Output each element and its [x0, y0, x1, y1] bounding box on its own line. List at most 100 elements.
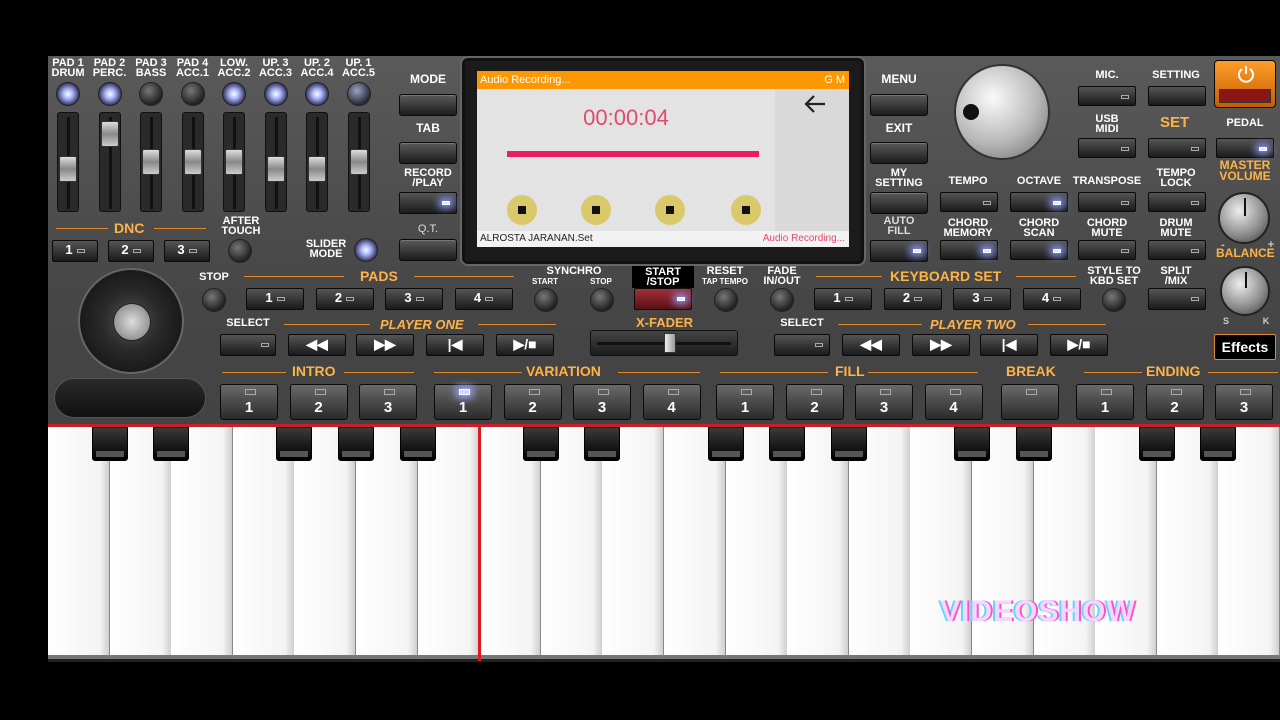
mixer-channel-mute-knob[interactable] — [305, 82, 329, 106]
style-to-kbd-knob[interactable] — [1102, 288, 1126, 312]
tab-button[interactable] — [399, 142, 457, 164]
player-two-play-pause-button[interactable]: ▶/■ — [1050, 334, 1108, 356]
white-key[interactable] — [849, 427, 911, 659]
black-key[interactable] — [954, 427, 990, 461]
data-dial[interactable] — [954, 64, 1050, 160]
my-setting-button[interactable] — [870, 192, 928, 214]
variation-pad-4[interactable]: 4 — [642, 384, 701, 420]
intro-pad-2[interactable]: 2 — [289, 384, 348, 420]
power-button[interactable] — [1214, 60, 1276, 108]
white-key[interactable] — [787, 427, 849, 659]
break-pad[interactable] — [1001, 384, 1059, 420]
black-key[interactable] — [1016, 427, 1052, 461]
fader-cap[interactable] — [308, 156, 326, 182]
white-key[interactable] — [356, 427, 418, 659]
slider-mode-knob[interactable] — [354, 238, 378, 262]
reset-knob[interactable] — [714, 288, 738, 312]
master-volume-knob[interactable] — [1218, 192, 1270, 244]
fader-cap[interactable] — [266, 156, 285, 182]
fader-cap[interactable] — [100, 121, 119, 147]
rec-dot-1[interactable] — [507, 195, 537, 225]
pad-button-4[interactable]: 4 — [454, 288, 513, 310]
setting-button[interactable] — [1148, 86, 1206, 106]
rec-dot-4[interactable] — [731, 195, 761, 225]
white-key[interactable] — [479, 427, 541, 659]
black-key[interactable] — [1139, 427, 1175, 461]
jog-wheel[interactable] — [78, 268, 184, 374]
white-key[interactable] — [1157, 427, 1219, 659]
ending-pad-3[interactable]: 3 — [1215, 384, 1273, 420]
fill-pad-2[interactable]: 2 — [785, 384, 844, 420]
fade-knob[interactable] — [770, 288, 794, 312]
black-key[interactable] — [1200, 427, 1236, 461]
mixer-channel-fader[interactable] — [306, 112, 328, 212]
fader-cap[interactable] — [142, 149, 160, 175]
pad-button-1[interactable]: 1 — [246, 288, 304, 310]
dnc-button-3[interactable]: 3 — [164, 240, 210, 262]
chord-memory-button[interactable] — [940, 240, 998, 260]
mixer-channel-fader[interactable] — [98, 112, 121, 212]
x-fader-handle[interactable] — [664, 333, 676, 353]
white-key[interactable] — [664, 427, 726, 659]
white-key[interactable] — [726, 427, 788, 659]
mixer-channel-fader[interactable] — [57, 112, 79, 212]
mixer-channel-mute-knob[interactable] — [139, 82, 163, 106]
player-one-play-pause-button[interactable]: ▶/■ — [496, 334, 554, 356]
keyboard-set-button-4[interactable]: 4 — [1022, 288, 1081, 310]
player-two-previous-button[interactable]: |◀ — [980, 334, 1038, 356]
black-key[interactable] — [523, 427, 559, 461]
ending-pad-1[interactable]: 1 — [1076, 384, 1134, 420]
mixer-channel-fader[interactable] — [140, 112, 162, 212]
black-key[interactable] — [92, 427, 128, 461]
dnc-button-2[interactable]: 2 — [108, 240, 154, 262]
synchro-stop-knob[interactable] — [590, 288, 614, 312]
intro-pad-1[interactable]: 1 — [220, 384, 278, 420]
x-fader[interactable] — [590, 330, 738, 356]
player-one-forward-button[interactable]: ▶▶ — [356, 334, 414, 356]
start-stop-button[interactable] — [634, 288, 692, 310]
mixer-channel-fader[interactable] — [264, 112, 287, 212]
variation-pad-1[interactable]: 1 — [434, 384, 492, 420]
after-touch-knob[interactable] — [228, 239, 252, 263]
select-one-button[interactable] — [220, 334, 276, 356]
white-key[interactable] — [110, 427, 172, 659]
usb-midi-button[interactable] — [1078, 138, 1136, 158]
player-one-previous-button[interactable]: |◀ — [426, 334, 484, 356]
mixer-channel-fader[interactable] — [223, 112, 245, 212]
black-key[interactable] — [769, 427, 805, 461]
black-key[interactable] — [153, 427, 189, 461]
keyboard-set-button-3[interactable]: 3 — [953, 288, 1011, 310]
fader-cap[interactable] — [225, 149, 243, 175]
white-key[interactable] — [1218, 427, 1280, 659]
mixer-channel-mute-knob[interactable] — [97, 82, 122, 106]
split-mix-button[interactable] — [1148, 288, 1206, 310]
pedal-button[interactable] — [1216, 138, 1274, 158]
synchro-start-knob[interactable] — [534, 288, 558, 312]
qt-button[interactable] — [399, 239, 457, 261]
player-one-rewind-button[interactable]: ◀◀ — [288, 334, 346, 356]
stop-knob[interactable] — [202, 288, 226, 312]
mixer-channel-fader[interactable] — [347, 112, 370, 212]
black-key[interactable] — [584, 427, 620, 461]
octave-button[interactable] — [1010, 192, 1068, 212]
white-key[interactable] — [294, 427, 356, 659]
black-key[interactable] — [400, 427, 436, 461]
transpose-button[interactable] — [1078, 192, 1136, 212]
arrow-left-icon[interactable] — [801, 89, 831, 119]
keyboard-set-button-1[interactable]: 1 — [814, 288, 872, 310]
mode-button[interactable] — [399, 94, 457, 116]
white-key[interactable] — [233, 427, 295, 659]
black-key[interactable] — [831, 427, 867, 461]
balance-knob[interactable] — [1220, 266, 1270, 316]
tempo-lock-button[interactable] — [1148, 192, 1206, 212]
pad-button-2[interactable]: 2 — [315, 288, 374, 310]
exit-button[interactable] — [870, 142, 928, 164]
record-play-button[interactable] — [399, 192, 457, 214]
black-key[interactable] — [338, 427, 374, 461]
pitch-bend-bar[interactable] — [54, 378, 206, 418]
keyboard-set-button-2[interactable]: 2 — [883, 288, 942, 310]
pad-button-3[interactable]: 3 — [385, 288, 443, 310]
white-key[interactable] — [48, 427, 110, 659]
mixer-channel-mute-knob[interactable] — [180, 82, 205, 106]
chord-scan-button[interactable] — [1010, 240, 1068, 260]
